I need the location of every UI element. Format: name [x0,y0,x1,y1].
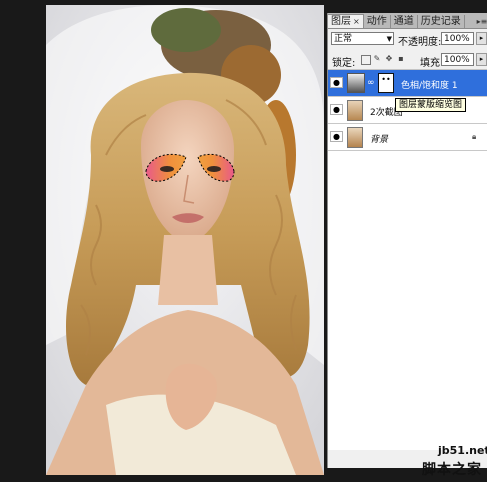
chevron-down-icon: ▼ [386,35,392,43]
opacity-input[interactable]: 100% [441,32,474,45]
chain-link-icon[interactable]: ∞ [367,78,375,88]
tab-layers-label: 图层 [331,16,351,27]
fill-input[interactable]: 100% [441,53,474,66]
layer-mask-thumbnail[interactable]: •• [378,73,394,93]
panel-menu-icon[interactable]: ▸≡ [476,16,487,28]
lock-all-icon[interactable]: ▪ [397,55,405,63]
lock-label: 锁定: [332,58,356,69]
tab-layers[interactable]: 图层 × [328,14,364,28]
close-icon[interactable]: × [353,17,360,26]
layer-row-adjustment[interactable]: ● ∞ •• 色相/饱和度 1 图层蒙版缩览图 [328,70,487,112]
lock-pixels-icon[interactable]: ✎ [373,55,381,63]
layer-name: 背景 [370,135,389,145]
adjustment-thumbnail[interactable] [347,73,365,93]
blend-row: 正常 ▼ 不透明度: 100% ▸ [328,30,487,48]
layer-row-background[interactable]: ● 背景 🔒︎ [328,124,487,151]
layer-thumbnail [347,127,363,148]
eye-icon[interactable]: ● [330,77,343,88]
portrait-artwork [46,5,324,475]
watermark: jb51.net 脚本之家 [408,440,487,482]
layers-panel: 图层 × 动作 通道 历史记录 ▸≡ 正常 ▼ 不透明度: 100% ▸ 锁定: … [327,13,487,468]
fill-label: 填充: [420,58,444,69]
watermark-name: 脚本之家 [422,462,482,478]
layer-list: ● ∞ •• 色相/饱和度 1 图层蒙版缩览图 ● 2次截图 ● 背景 🔒︎ [328,70,487,450]
lock-icon: 🔒︎ [472,132,477,141]
opacity-label: 不透明度: [398,37,442,48]
opacity-arrow-icon[interactable]: ▸ [476,32,487,45]
tab-channels[interactable]: 通道 [391,15,418,28]
photo-image[interactable] [46,5,324,475]
lock-transparent-icon[interactable] [361,55,371,65]
blend-mode-select[interactable]: 正常 ▼ [331,32,394,45]
blend-mode-value: 正常 [334,34,353,44]
layer-thumbnail [347,100,363,121]
panel-tab-bar: 图层 × 动作 通道 历史记录 ▸≡ [328,13,487,29]
tab-history[interactable]: 历史记录 [418,15,465,28]
lock-row: 锁定: ✎ ✥ ▪ 填充: 100% ▸ [328,51,487,70]
layer-name: 色相/饱和度 1 [401,81,458,91]
eye-icon[interactable]: ● [330,104,343,115]
tooltip: 图层蒙版缩览图 [395,98,467,112]
eye-icon[interactable]: ● [330,131,343,142]
lock-position-icon[interactable]: ✥ [385,55,393,63]
watermark-site: jb51.net [438,444,487,457]
tab-actions[interactable]: 动作 [364,15,391,28]
fill-arrow-icon[interactable]: ▸ [476,53,487,66]
